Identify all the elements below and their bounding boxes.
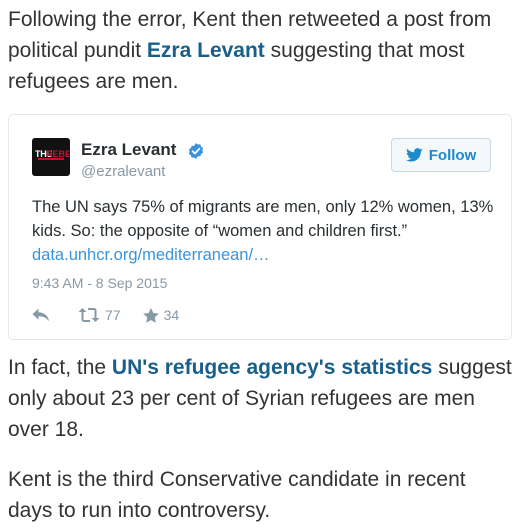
twitter-bird-icon bbox=[405, 148, 423, 162]
follow-button[interactable]: Follow bbox=[391, 138, 491, 172]
article-paragraph-1: Following the error, Kent then retweeted… bbox=[8, 4, 512, 97]
retweet-icon bbox=[78, 308, 100, 322]
article-paragraph-3: Kent is the third Conservative candidate… bbox=[8, 468, 466, 522]
reply-icon bbox=[32, 308, 50, 322]
ezra-levant-link[interactable]: Ezra Levant bbox=[147, 39, 265, 62]
reply-button[interactable] bbox=[32, 308, 50, 322]
avatar-logo-bar bbox=[38, 158, 64, 160]
verified-badge-icon bbox=[188, 143, 204, 159]
tweet-text: The UN says 75% of migrants are men, onl… bbox=[32, 195, 497, 267]
tweet-body: The UN says 75% of migrants are men, onl… bbox=[32, 198, 494, 240]
paragraph-text: In fact, the bbox=[8, 356, 112, 379]
tweet-timestamp[interactable]: 9:43 AM - 8 Sep 2015 bbox=[32, 275, 167, 291]
tweet-handle[interactable]: @ezralevant bbox=[81, 163, 165, 180]
follow-label: Follow bbox=[428, 146, 477, 164]
embedded-tweet: THE REBEL Ezra Levant @ezralevant Follow… bbox=[8, 114, 512, 340]
star-icon bbox=[142, 307, 159, 323]
favorite-button[interactable]: 34 bbox=[142, 307, 180, 323]
retweet-count: 77 bbox=[105, 307, 121, 323]
retweet-button[interactable]: 77 bbox=[78, 307, 121, 323]
like-count: 34 bbox=[163, 307, 180, 323]
article-paragraph-2: In fact, the UN's refugee agency's stati… bbox=[8, 352, 512, 445]
tweet-actions: 77 34 bbox=[32, 305, 179, 325]
un-refugee-statistics-link[interactable]: UN's refugee agency's statistics bbox=[112, 356, 432, 379]
tweet-author-name[interactable]: Ezra Levant bbox=[81, 140, 176, 160]
avatar[interactable]: THE REBEL bbox=[32, 138, 70, 176]
tweet-link[interactable]: data.unhcr.org/mediterranean/… bbox=[32, 246, 270, 264]
